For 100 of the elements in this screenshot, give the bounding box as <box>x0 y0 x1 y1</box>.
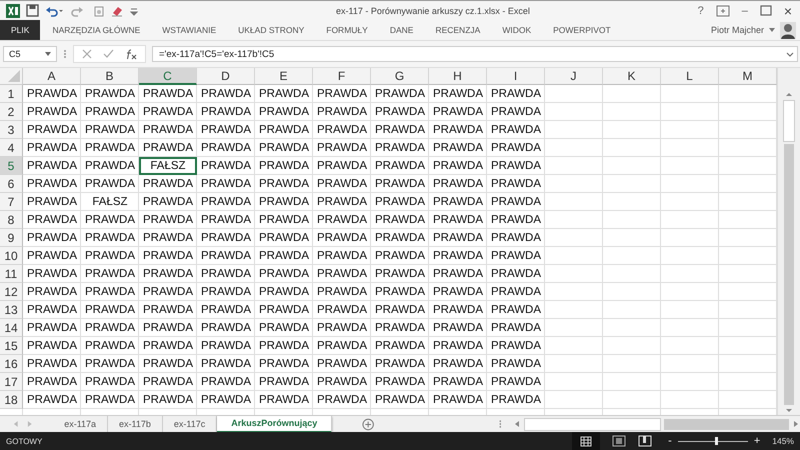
row-header[interactable]: 18 <box>0 391 23 409</box>
column-header[interactable]: G <box>371 68 429 85</box>
row-header[interactable]: 4 <box>0 139 23 157</box>
ribbon-tab[interactable]: UKŁAD STRONY <box>228 20 314 40</box>
sheet-tab[interactable]: ArkuszPorównujący <box>217 416 332 432</box>
row-header[interactable]: 5 <box>0 157 23 175</box>
ribbon-tab[interactable]: POWERPIVOT <box>543 20 621 40</box>
file-tab[interactable]: PLIK <box>0 20 40 40</box>
row-header[interactable]: 13 <box>0 301 23 319</box>
minimize-button[interactable]: – <box>740 4 750 16</box>
table-cell-text: PRAWDA <box>26 231 78 246</box>
expand-caret-icon[interactable] <box>786 52 794 56</box>
column-header[interactable]: D <box>197 68 255 85</box>
row-header[interactable]: 6 <box>0 175 23 193</box>
table-cell-text: PRAWDA <box>142 213 194 228</box>
add-sheet-icon[interactable] <box>362 418 375 430</box>
zoom-slider-thumb[interactable] <box>714 437 718 445</box>
ribbon-tab[interactable]: WSTAWIANIE <box>152 20 226 40</box>
maximize-icon[interactable] <box>760 5 772 16</box>
table-cell-text: PRAWDA <box>200 231 252 246</box>
next-sheet-icon[interactable] <box>26 420 34 428</box>
zoom-out-button[interactable]: - <box>668 435 672 447</box>
row-header[interactable]: 2 <box>0 103 23 121</box>
save-icon[interactable] <box>26 4 39 17</box>
scrollbar-thumb[interactable] <box>783 100 795 142</box>
table-cell-text: PRAWDA <box>258 105 310 120</box>
formula-field[interactable]: ='ex-117a'!C5='ex-117b'!C5 <box>152 46 798 62</box>
row-header[interactable]: 10 <box>0 247 23 265</box>
scroll-right-icon[interactable] <box>792 420 800 428</box>
row-header[interactable]: 16 <box>0 355 23 373</box>
user-name[interactable]: Piotr Majcher <box>710 25 764 35</box>
table-cell-text: PRAWDA <box>26 285 78 300</box>
ribbon-tab[interactable]: NARZĘDZIA GŁÓWNE <box>42 20 150 40</box>
enter-check-icon[interactable] <box>103 49 114 59</box>
ribbon-display-icon[interactable] <box>716 4 730 16</box>
status-text: GOTOWY <box>6 436 42 446</box>
insert-function-icon[interactable] <box>125 48 137 60</box>
row-header[interactable]: 7 <box>0 193 23 211</box>
table-cell-text: PRAWDA <box>26 357 78 372</box>
help-button[interactable]: ? <box>696 4 706 16</box>
table-cell-text: PRAWDA <box>84 249 136 264</box>
row-header[interactable]: 3 <box>0 121 23 139</box>
column-header[interactable]: K <box>603 68 661 85</box>
row-header[interactable]: 9 <box>0 229 23 247</box>
table-cell-text: PRAWDA <box>26 159 78 174</box>
scrollbar-track[interactable] <box>784 144 794 405</box>
column-header[interactable]: F <box>313 68 371 85</box>
page-layout-icon[interactable] <box>612 435 626 447</box>
row-header[interactable]: 17 <box>0 373 23 391</box>
column-header[interactable]: M <box>719 68 777 85</box>
table-cell-text: PRAWDA <box>200 195 252 210</box>
row-header[interactable]: 1 <box>0 85 23 103</box>
row-header[interactable]: 14 <box>0 319 23 337</box>
table-cell-text: PRAWDA <box>432 123 484 138</box>
row-header[interactable]: 11 <box>0 265 23 283</box>
column-header[interactable]: A <box>23 68 81 85</box>
undo-icon[interactable] <box>45 4 63 17</box>
drag-handle-icon[interactable] <box>63 49 67 59</box>
table-cell-text: PRAWDA <box>142 87 194 102</box>
previous-sheet-icon[interactable] <box>12 420 20 428</box>
ribbon-tab[interactable]: WIDOK <box>492 20 542 40</box>
row-header[interactable]: 15 <box>0 337 23 355</box>
scroll-left-icon[interactable] <box>513 420 522 428</box>
ribbon-tab[interactable]: RECENZJA <box>425 20 490 40</box>
table-cell-text: PRAWDA <box>84 357 136 372</box>
close-button[interactable]: × <box>782 2 794 18</box>
zoom-level[interactable]: 145% <box>772 436 794 446</box>
column-header[interactable]: B <box>81 68 139 85</box>
column-header[interactable]: J <box>545 68 603 85</box>
column-header[interactable]: E <box>255 68 313 85</box>
table-cell-text: PRAWDA <box>374 339 426 354</box>
scroll-up-icon[interactable] <box>784 90 794 98</box>
table-cell-text: PRAWDA <box>142 123 194 138</box>
table-cell-text: PRAWDA <box>142 267 194 282</box>
table-cell-text: PRAWDA <box>316 141 368 156</box>
row-header[interactable]: 12 <box>0 283 23 301</box>
eraser-icon[interactable] <box>111 4 124 17</box>
scrollbar-thumb[interactable] <box>524 418 662 430</box>
table-cell-text: PRAWDA <box>200 375 252 390</box>
scrollbar-track[interactable] <box>664 418 789 430</box>
zoom-in-button[interactable]: + <box>754 435 760 447</box>
ribbon-tab[interactable]: DANE <box>380 20 424 40</box>
table-cell-text: PRAWDA <box>84 321 136 336</box>
caret-icon[interactable] <box>769 28 775 32</box>
table-cell-text: PRAWDA <box>316 123 368 138</box>
column-header[interactable]: C <box>139 68 197 85</box>
normal-view-icon[interactable] <box>572 432 600 450</box>
column-header[interactable]: I <box>487 68 545 85</box>
page-break-icon[interactable] <box>638 435 652 447</box>
column-header[interactable]: L <box>661 68 719 85</box>
customize-caret-icon[interactable] <box>130 6 138 16</box>
table-cell-text: PRAWDA <box>374 303 426 318</box>
name-box[interactable]: C5 <box>3 46 57 62</box>
row-header[interactable]: 8 <box>0 211 23 229</box>
column-header[interactable]: H <box>429 68 487 85</box>
cancel-icon[interactable] <box>82 49 92 59</box>
zoom-slider[interactable] <box>678 437 748 445</box>
touch-mode-icon[interactable] <box>93 4 105 17</box>
splitter-icon[interactable] <box>498 419 502 429</box>
ribbon-tab[interactable]: FORMUŁY <box>316 20 378 40</box>
